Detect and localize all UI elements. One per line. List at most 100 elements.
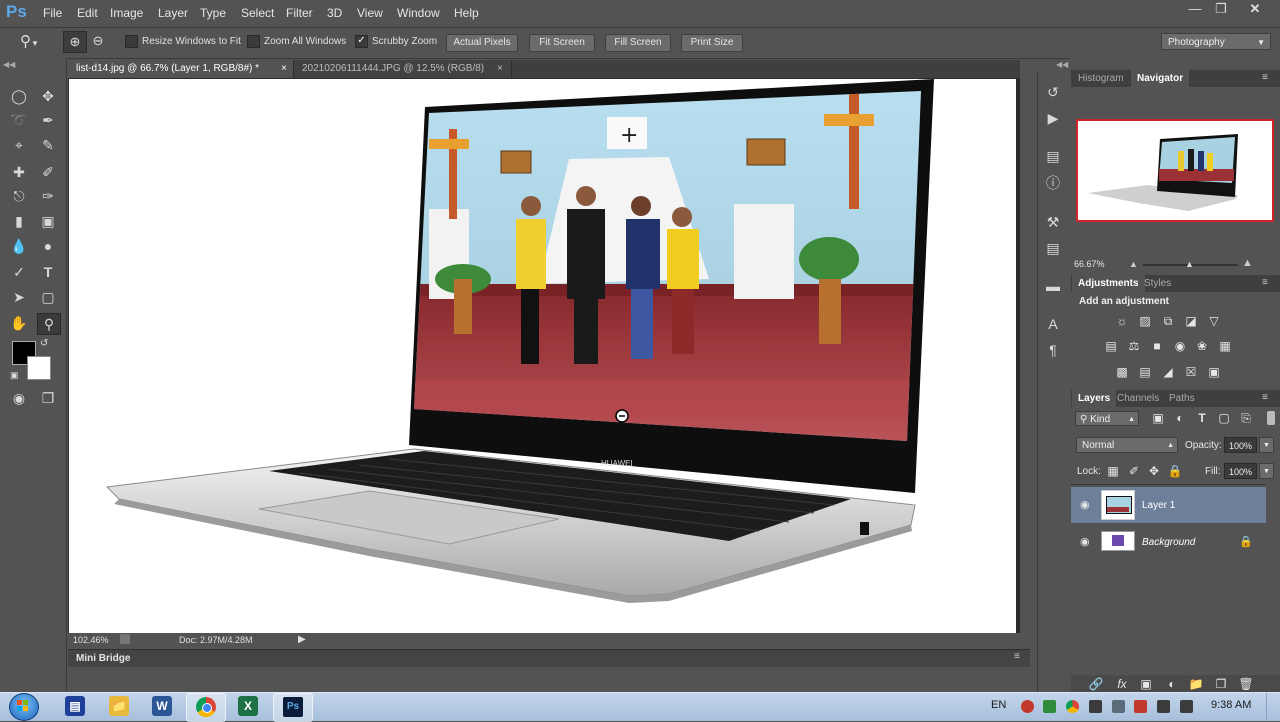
doc-tab-active[interactable]: list-d14.jpg @ 66.7% (Layer 1, RGB/8#) *…: [68, 60, 294, 78]
taskbar-clock[interactable]: 9:38 AM: [1211, 699, 1251, 711]
doc-tab-inactive[interactable]: 20210206111444.JPG @ 12.5% (RGB/8) ×: [294, 60, 512, 78]
tab-layers[interactable]: Layers: [1072, 390, 1117, 407]
photo-filter-icon[interactable]: ◉: [1172, 339, 1188, 353]
eye-visibility-icon[interactable]: ◉: [1080, 498, 1090, 511]
close-tab-icon[interactable]: ×: [281, 60, 287, 78]
menu-file[interactable]: File: [43, 6, 62, 20]
color-balance-icon[interactable]: ⚖: [1126, 339, 1142, 353]
lock-all-icon[interactable]: 🔒: [1167, 464, 1183, 478]
brightness-icon[interactable]: ☼: [1114, 314, 1130, 328]
print-size-button[interactable]: Print Size: [681, 34, 743, 52]
filter-smart-object-icon[interactable]: ⎘: [1238, 411, 1254, 425]
tray-app-icon[interactable]: [1021, 700, 1034, 713]
new-layer-icon[interactable]: ❐: [1213, 677, 1229, 691]
delete-layer-icon[interactable]: 🗑: [1238, 677, 1254, 691]
screen-mode-icon[interactable]: ❐: [37, 388, 59, 408]
layer-row-background[interactable]: ◉ Background 🔒: [1071, 524, 1266, 560]
new-group-icon[interactable]: 📁: [1188, 677, 1204, 691]
gradient-tool-icon[interactable]: ▣: [37, 211, 59, 231]
close-tab-icon[interactable]: ×: [497, 60, 503, 78]
tab-styles[interactable]: Styles: [1138, 275, 1177, 292]
rectangle-tool-icon[interactable]: ▢: [37, 287, 59, 307]
blend-mode-select[interactable]: Normal ▲: [1076, 437, 1178, 453]
zoom-all-windows-checkbox[interactable]: [247, 35, 260, 48]
healing-brush-tool-icon[interactable]: ✚: [8, 162, 30, 182]
restore-icon[interactable]: ❐: [1206, 0, 1236, 18]
tab-histogram[interactable]: Histogram: [1072, 70, 1130, 87]
paragraph-icon[interactable]: ¶: [1042, 340, 1064, 360]
vibrance-icon[interactable]: ▽: [1206, 314, 1222, 328]
clone-source-icon[interactable]: ▬: [1042, 276, 1064, 296]
menu-edit[interactable]: Edit: [77, 6, 98, 20]
threshold-icon[interactable]: ◢: [1160, 365, 1176, 379]
filter-type-icon[interactable]: T: [1194, 411, 1210, 425]
layer-name[interactable]: Background: [1142, 537, 1195, 548]
actions-icon[interactable]: ▶: [1042, 108, 1064, 128]
photoshop-taskbar-button[interactable]: Ps: [273, 693, 313, 722]
history-brush-tool-icon[interactable]: ✑: [37, 186, 59, 206]
marquee-tool-icon[interactable]: ◯: [8, 86, 30, 106]
eye-visibility-icon[interactable]: ◉: [1080, 535, 1090, 548]
menu-window[interactable]: Window: [397, 6, 440, 20]
hue-saturation-icon[interactable]: ▤: [1103, 339, 1119, 353]
character-icon[interactable]: A: [1042, 314, 1064, 334]
tray-network-icon[interactable]: [1112, 700, 1125, 713]
history-icon[interactable]: ↺: [1042, 82, 1064, 102]
scrubby-zoom-checkbox[interactable]: ✓: [355, 35, 368, 48]
color-lookup-icon[interactable]: ▦: [1217, 339, 1233, 353]
zoom-tool-preset-icon[interactable]: ⚲▼: [20, 32, 50, 52]
menu-image[interactable]: Image: [110, 6, 143, 20]
new-adjustment-icon[interactable]: ◐: [1164, 677, 1180, 691]
swap-colors-icon[interactable]: ↺: [40, 338, 48, 349]
panel-menu-icon[interactable]: ≡: [1262, 72, 1268, 83]
status-menu-arrow-icon[interactable]: ▶: [298, 634, 306, 645]
layer-filter-kind-select[interactable]: ⚲ Kind ▲: [1075, 411, 1139, 426]
tab-adjustments[interactable]: Adjustments: [1072, 275, 1145, 292]
language-indicator[interactable]: EN: [991, 699, 1006, 711]
word-icon[interactable]: W: [152, 696, 172, 716]
excel-icon[interactable]: X: [238, 696, 258, 716]
fill-dropdown-icon[interactable]: ▼: [1259, 463, 1274, 479]
background-color-swatch[interactable]: [27, 356, 51, 380]
lock-transparency-icon[interactable]: ▦: [1105, 464, 1121, 478]
zoom-tool-icon[interactable]: ⚲: [37, 313, 61, 335]
eyedropper-tool-icon[interactable]: ✎: [37, 135, 59, 155]
default-colors-icon[interactable]: ▣: [10, 370, 19, 381]
filter-pixel-icon[interactable]: ▣: [1150, 411, 1166, 425]
menu-view[interactable]: View: [357, 6, 383, 20]
status-zoom[interactable]: 102.46%: [73, 635, 109, 645]
crop-tool-icon[interactable]: ⌖: [8, 135, 30, 155]
opacity-input[interactable]: 100%: [1224, 437, 1257, 453]
filter-adjustment-icon[interactable]: ◐: [1172, 411, 1188, 425]
close-icon[interactable]: ✕: [1240, 0, 1270, 18]
lock-position-icon[interactable]: ✥: [1146, 464, 1162, 478]
tray-display-icon[interactable]: [1180, 700, 1193, 713]
panel-menu-icon[interactable]: ≡: [1262, 392, 1268, 403]
pen-tool-icon[interactable]: ✓: [8, 262, 30, 282]
exposure-icon[interactable]: ◪: [1183, 314, 1199, 328]
filter-shape-icon[interactable]: ▢: [1216, 411, 1232, 425]
brush-tool-icon[interactable]: ✐: [37, 162, 59, 182]
menu-3d[interactable]: 3D: [327, 6, 342, 20]
quick-mask-icon[interactable]: ◉: [8, 388, 30, 408]
filter-toggle[interactable]: [1267, 411, 1275, 425]
type-tool-icon[interactable]: T: [37, 262, 59, 282]
navigator-preview[interactable]: [1076, 119, 1274, 222]
channel-mixer-icon[interactable]: ❀: [1194, 339, 1210, 353]
zoom-slider-handle[interactable]: ▲: [1185, 259, 1194, 269]
resize-windows-checkbox[interactable]: [125, 35, 138, 48]
menu-help[interactable]: Help: [454, 6, 479, 20]
chrome-taskbar-button[interactable]: [186, 693, 226, 722]
fill-screen-button[interactable]: Fill Screen: [605, 34, 671, 52]
zoom-in-mountain-icon[interactable]: ▲: [1242, 257, 1253, 269]
invert-icon[interactable]: ▩: [1114, 365, 1130, 379]
document-canvas[interactable]: + HUAWEI: [69, 79, 1016, 633]
black-white-icon[interactable]: ■: [1149, 339, 1165, 353]
tray-security-icon[interactable]: [1043, 700, 1056, 713]
tool-presets-icon[interactable]: ⚒: [1042, 212, 1064, 232]
path-selection-tool-icon[interactable]: ➤: [8, 287, 30, 307]
start-button[interactable]: [9, 693, 39, 721]
mini-bridge-tab[interactable]: Mini Bridge: [76, 653, 130, 664]
tab-paths[interactable]: Paths: [1163, 390, 1201, 407]
fit-screen-button[interactable]: Fit Screen: [529, 34, 595, 52]
